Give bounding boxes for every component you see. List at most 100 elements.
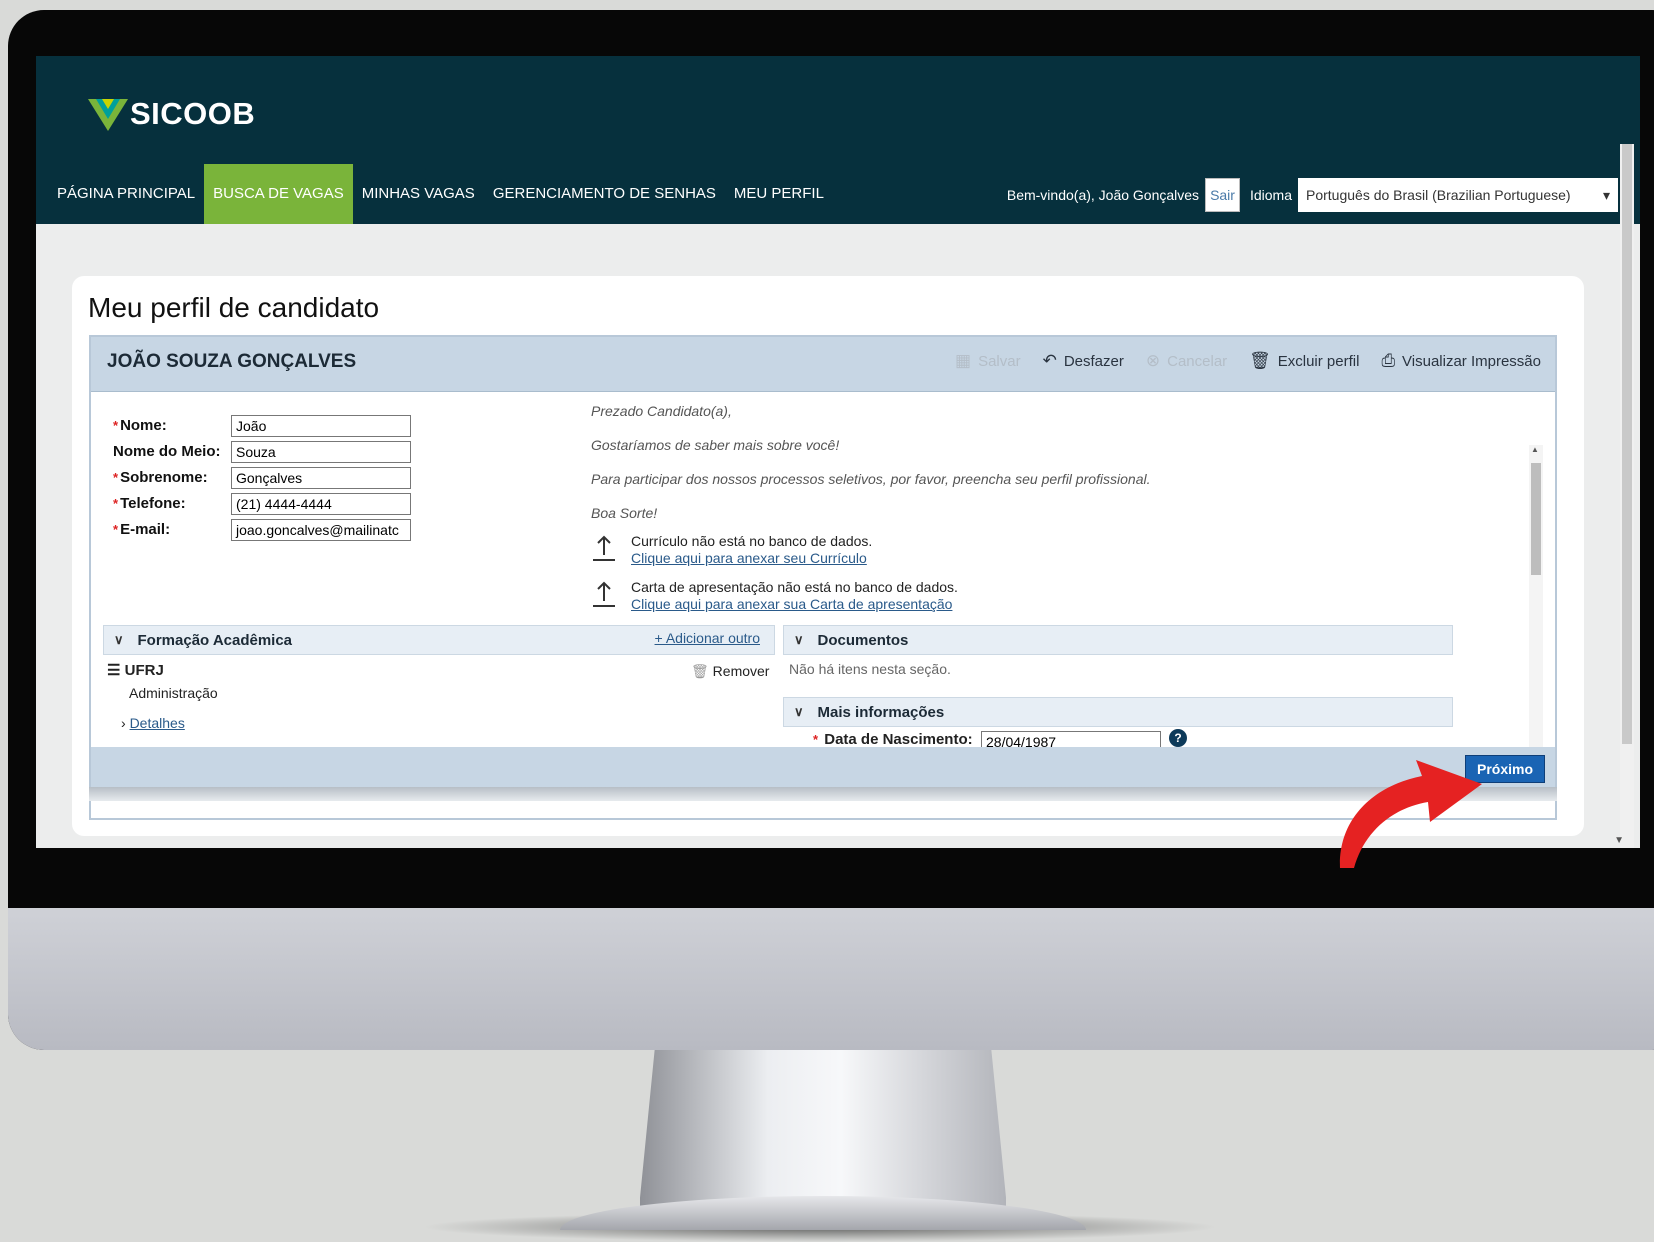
intro-greeting: Prezado Candidato(a), xyxy=(591,403,732,419)
language-label: Idioma xyxy=(1249,187,1292,203)
nav-pagina-principal[interactable]: PÁGINA PRINCIPAL xyxy=(36,164,204,224)
red-arrow-icon xyxy=(1339,760,1482,868)
nav-meu-perfil[interactable]: MEU PERFIL xyxy=(725,164,833,224)
documents-title: Documentos xyxy=(817,631,909,649)
print-view-label: Visualizar Impressão xyxy=(1402,352,1541,370)
education-title: Formação Acadêmica xyxy=(137,631,293,649)
language-value: Português do Brasil (Brazilian Portugues… xyxy=(1306,187,1571,203)
more-info-section-header[interactable]: ∨ Mais informações xyxy=(783,697,1453,727)
phone-row: * Telefone: xyxy=(113,495,242,512)
screen: SICOOB PÁGINA PRINCIPAL BUSCA DE VAGAS M… xyxy=(36,56,1640,848)
chevron-right-icon: › xyxy=(121,715,126,731)
page-title: Meu perfil de candidato xyxy=(88,292,380,323)
form-scrollbar-thumb[interactable] xyxy=(1531,463,1541,575)
required-marker: * xyxy=(113,418,119,433)
more-info-title: Mais informações xyxy=(817,703,945,721)
birth-date-label: Data de Nascimento: xyxy=(824,731,973,748)
upload-icon xyxy=(593,535,615,561)
save-label: Salvar xyxy=(978,352,1021,370)
first-name-row: * Nome: xyxy=(113,417,242,434)
profile-header: JOÃO SOUZA GONÇALVES ▦ Salvar ↶ Desfazer… xyxy=(91,337,1555,392)
page-scrollbar[interactable]: ▼ xyxy=(1614,144,1634,848)
monitor-stand-base xyxy=(560,1196,1086,1230)
education-section-header[interactable]: ∨ Formação Acadêmica + Adicionar outro xyxy=(103,625,775,655)
details-toggle[interactable]: › Detalhes xyxy=(121,715,185,731)
cancel-icon: ⊗ xyxy=(1145,351,1161,370)
nav-gerenciamento-de-senhas[interactable]: GERENCIAMENTO DE SENHAS xyxy=(484,164,725,224)
undo-icon: ↶ xyxy=(1042,351,1057,370)
cover-letter-attach-link[interactable]: Clique aqui para anexar sua Carta de apr… xyxy=(631,596,958,613)
middle-name-label: Nome do Meio: xyxy=(113,443,221,460)
documents-empty-text: Não há itens nesta seção. xyxy=(789,661,951,677)
main-nav: PÁGINA PRINCIPAL BUSCA DE VAGAS MINHAS V… xyxy=(36,164,833,224)
intro-line-1: Gostaríamos de saber mais sobre você! xyxy=(591,437,840,453)
cancel-button[interactable]: ⊗ Cancelar xyxy=(1146,351,1227,371)
required-marker: * xyxy=(113,496,119,511)
intro-line-3: Boa Sorte! xyxy=(591,505,658,521)
top-bar: SICOOB PÁGINA PRINCIPAL BUSCA DE VAGAS M… xyxy=(36,56,1640,224)
sicoob-logo[interactable]: SICOOB xyxy=(88,94,255,134)
printer-icon: ⎙ xyxy=(1381,351,1396,370)
page-scrollbar-thumb[interactable] xyxy=(1622,144,1632,744)
profile-form: * Nome: João Nome do Meio: Souza * Sobre… xyxy=(91,391,1555,769)
first-name-label: Nome: xyxy=(120,417,167,434)
details-link: Detalhes xyxy=(129,715,185,731)
print-view-button[interactable]: ⎙ Visualizar Impressão xyxy=(1381,351,1541,371)
documents-section-header[interactable]: ∨ Documentos xyxy=(783,625,1453,655)
email-label: E-mail: xyxy=(120,521,171,538)
middle-name-input[interactable]: Souza xyxy=(231,441,411,463)
resume-text: Currículo não está no banco de dados. Cl… xyxy=(631,533,872,567)
cover-letter-status: Carta de apresentação não está no banco … xyxy=(631,579,958,595)
last-name-row: * Sobrenome: xyxy=(113,469,242,486)
required-marker: * xyxy=(113,522,119,537)
undo-button[interactable]: ↶ Desfazer xyxy=(1043,351,1124,371)
birth-date-label-row: * Data de Nascimento: xyxy=(813,731,973,748)
trash-icon: 🗑 xyxy=(1249,351,1271,370)
undo-label: Desfazer xyxy=(1063,352,1124,370)
email-input[interactable]: joao.goncalves@mailinatc xyxy=(231,519,411,541)
email-row: * E-mail: xyxy=(113,521,242,538)
form-scrollbar[interactable]: ▲ ▼ xyxy=(1529,445,1543,769)
resume-attach: Currículo não está no banco de dados. Cl… xyxy=(591,533,872,567)
trash-icon: 🗑 xyxy=(691,663,709,679)
candidate-name: JOÃO SOUZA GONÇALVES xyxy=(107,351,357,372)
first-name-input[interactable]: João xyxy=(231,415,411,437)
required-marker: * xyxy=(813,732,819,747)
last-name-label: Sobrenome: xyxy=(120,469,208,486)
chevron-down-icon: ▾ xyxy=(1602,186,1610,203)
nav-minhas-vagas[interactable]: MINHAS VAGAS xyxy=(353,164,484,224)
help-icon[interactable]: ? xyxy=(1169,729,1187,747)
drag-handle-icon[interactable]: ☰ xyxy=(107,662,120,679)
education-course: Administração xyxy=(129,685,218,701)
last-name-input[interactable]: Gonçalves xyxy=(231,467,411,489)
language-select[interactable]: Português do Brasil (Brazilian Portugues… xyxy=(1298,178,1618,212)
chevron-down-icon: ∨ xyxy=(794,704,804,719)
remove-education-button[interactable]: 🗑 Remover xyxy=(691,663,769,680)
required-marker: * xyxy=(113,470,119,485)
cover-letter-text: Carta de apresentação não está no banco … xyxy=(631,579,958,613)
education-item[interactable]: ☰ UFRJ xyxy=(107,661,164,679)
monitor-chin xyxy=(8,908,1654,1050)
phone-label: Telefone: xyxy=(120,495,186,512)
logout-button[interactable]: Sair xyxy=(1205,178,1240,212)
delete-profile-button[interactable]: 🗑 Excluir perfil xyxy=(1249,351,1359,371)
cover-letter-attach: Carta de apresentação não está no banco … xyxy=(591,579,958,613)
resume-attach-link[interactable]: Clique aqui para anexar seu Currículo xyxy=(631,550,872,567)
save-button[interactable]: ▦ Salvar xyxy=(955,351,1021,371)
delete-profile-label: Excluir perfil xyxy=(1277,352,1360,370)
upload-icon xyxy=(593,581,615,607)
phone-input[interactable]: (21) 4444-4444 xyxy=(231,493,411,515)
welcome-text: Bem-vindo(a), João Gonçalves xyxy=(1006,187,1200,203)
chevron-down-icon: ∨ xyxy=(794,632,804,647)
scroll-up-arrow-icon[interactable]: ▲ xyxy=(1531,445,1539,454)
brand-name: SICOOB xyxy=(130,96,256,131)
intro-line-2: Para participar dos nossos processos sel… xyxy=(591,471,1151,487)
nav-busca-de-vagas[interactable]: BUSCA DE VAGAS xyxy=(204,164,353,224)
chevron-down-icon: ∨ xyxy=(114,632,124,647)
middle-name-row: Nome do Meio: xyxy=(113,443,235,460)
remove-label: Remover xyxy=(712,663,770,679)
education-institution: UFRJ xyxy=(124,662,164,679)
add-education-link[interactable]: + Adicionar outro xyxy=(655,630,760,646)
profile-toolbar: ▦ Salvar ↶ Desfazer ⊗ Cancelar 🗑 Excluir… xyxy=(955,351,1541,371)
scroll-down-arrow-icon[interactable]: ▼ xyxy=(1614,835,1624,846)
